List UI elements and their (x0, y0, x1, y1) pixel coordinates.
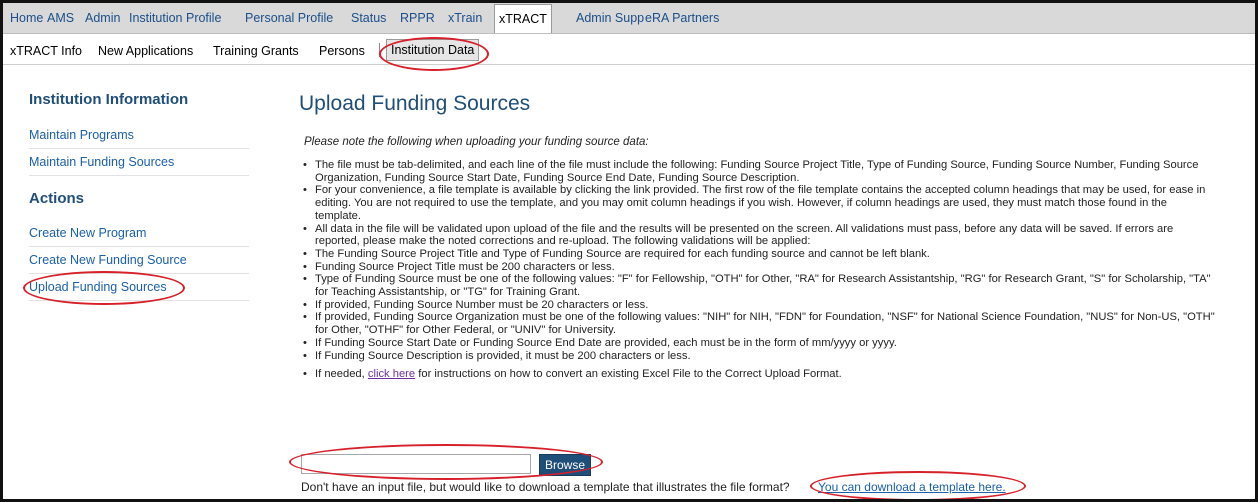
top-nav-institution-profile[interactable]: Institution Profile (129, 11, 221, 25)
note-item: For your convenience, a file template is… (303, 184, 1215, 222)
note-item: Type of Funding Source must be one of th… (303, 273, 1215, 298)
subnav-institution-data-active[interactable]: Institution Data (386, 39, 480, 61)
sidebar-item-maintain-programs[interactable]: Maintain Programs (29, 128, 249, 149)
top-nav-status[interactable]: Status (351, 11, 386, 25)
sidebar-heading-institution-information: Institution Information (29, 91, 189, 108)
subnav-new-applications[interactable]: New Applications (98, 44, 193, 58)
note-item: The Funding Source Project Title and Typ… (303, 248, 1215, 261)
download-prompt-text: Don't have an input file, but would like… (301, 480, 790, 494)
download-template-link[interactable]: You can download a template here. (818, 480, 1006, 494)
top-nav-personal-profile[interactable]: Personal Profile (245, 11, 333, 25)
note-item: If provided, Funding Source Organization… (303, 311, 1215, 336)
app-window: Home AMS Admin Institution Profile Perso… (0, 0, 1258, 502)
sidebar-item-create-new-program[interactable]: Create New Program (29, 226, 249, 247)
top-nav-rppr[interactable]: RPPR (400, 11, 435, 25)
note-item: The file must be tab-delimited, and each… (303, 159, 1215, 184)
top-navigation: Home AMS Admin Institution Profile Perso… (3, 3, 1255, 34)
sidebar-item-maintain-funding-sources[interactable]: Maintain Funding Sources (29, 155, 249, 176)
browse-button[interactable]: Browse (539, 454, 591, 476)
sidebar-item-upload-funding-sources[interactable]: Upload Funding Sources (29, 280, 249, 301)
note-item: All data in the file will be validated u… (303, 223, 1215, 248)
top-nav-admin-supp[interactable]: Admin Supp (576, 11, 644, 25)
subnav-persons[interactable]: Persons (319, 44, 365, 58)
sidebar-heading-actions: Actions (29, 190, 85, 207)
note-item: If Funding Source Start Date or Funding … (303, 337, 1215, 350)
top-nav-era-partners[interactable]: eRA Partners (645, 11, 719, 25)
subnav-divider (379, 43, 380, 57)
sidebar-item-create-new-funding-source[interactable]: Create New Funding Source (29, 253, 249, 274)
note-item: If Funding Source Description is provide… (303, 350, 1215, 363)
intro-text: Please note the following when uploading… (304, 136, 649, 148)
upload-instructions-list: The file must be tab-delimited, and each… (303, 159, 1215, 381)
subnav-training-grants[interactable]: Training Grants (213, 44, 299, 58)
note-item: If provided, Funding Source Number must … (303, 299, 1215, 312)
file-path-input[interactable] (301, 454, 531, 474)
click-here-link[interactable]: click here (368, 368, 415, 380)
note-item: Funding Source Project Title must be 200… (303, 261, 1215, 274)
sub-navigation: xTRACT Info New Applications Training Gr… (3, 34, 1255, 65)
help-suffix: for instructions on how to convert an ex… (415, 368, 842, 381)
subnav-xtract-info[interactable]: xTRACT Info (10, 44, 82, 58)
page-title: Upload Funding Sources (299, 92, 531, 115)
top-nav-home[interactable]: Home (10, 11, 43, 25)
top-nav-xtract-active[interactable]: xTRACT (494, 4, 552, 33)
top-nav-admin[interactable]: Admin (85, 11, 120, 25)
top-nav-xtrain[interactable]: xTrain (448, 11, 482, 25)
top-nav-ams[interactable]: AMS (47, 11, 74, 25)
note-item-help: If needed, click here for instructions o… (303, 368, 1215, 381)
help-prefix: If needed, (315, 368, 368, 381)
